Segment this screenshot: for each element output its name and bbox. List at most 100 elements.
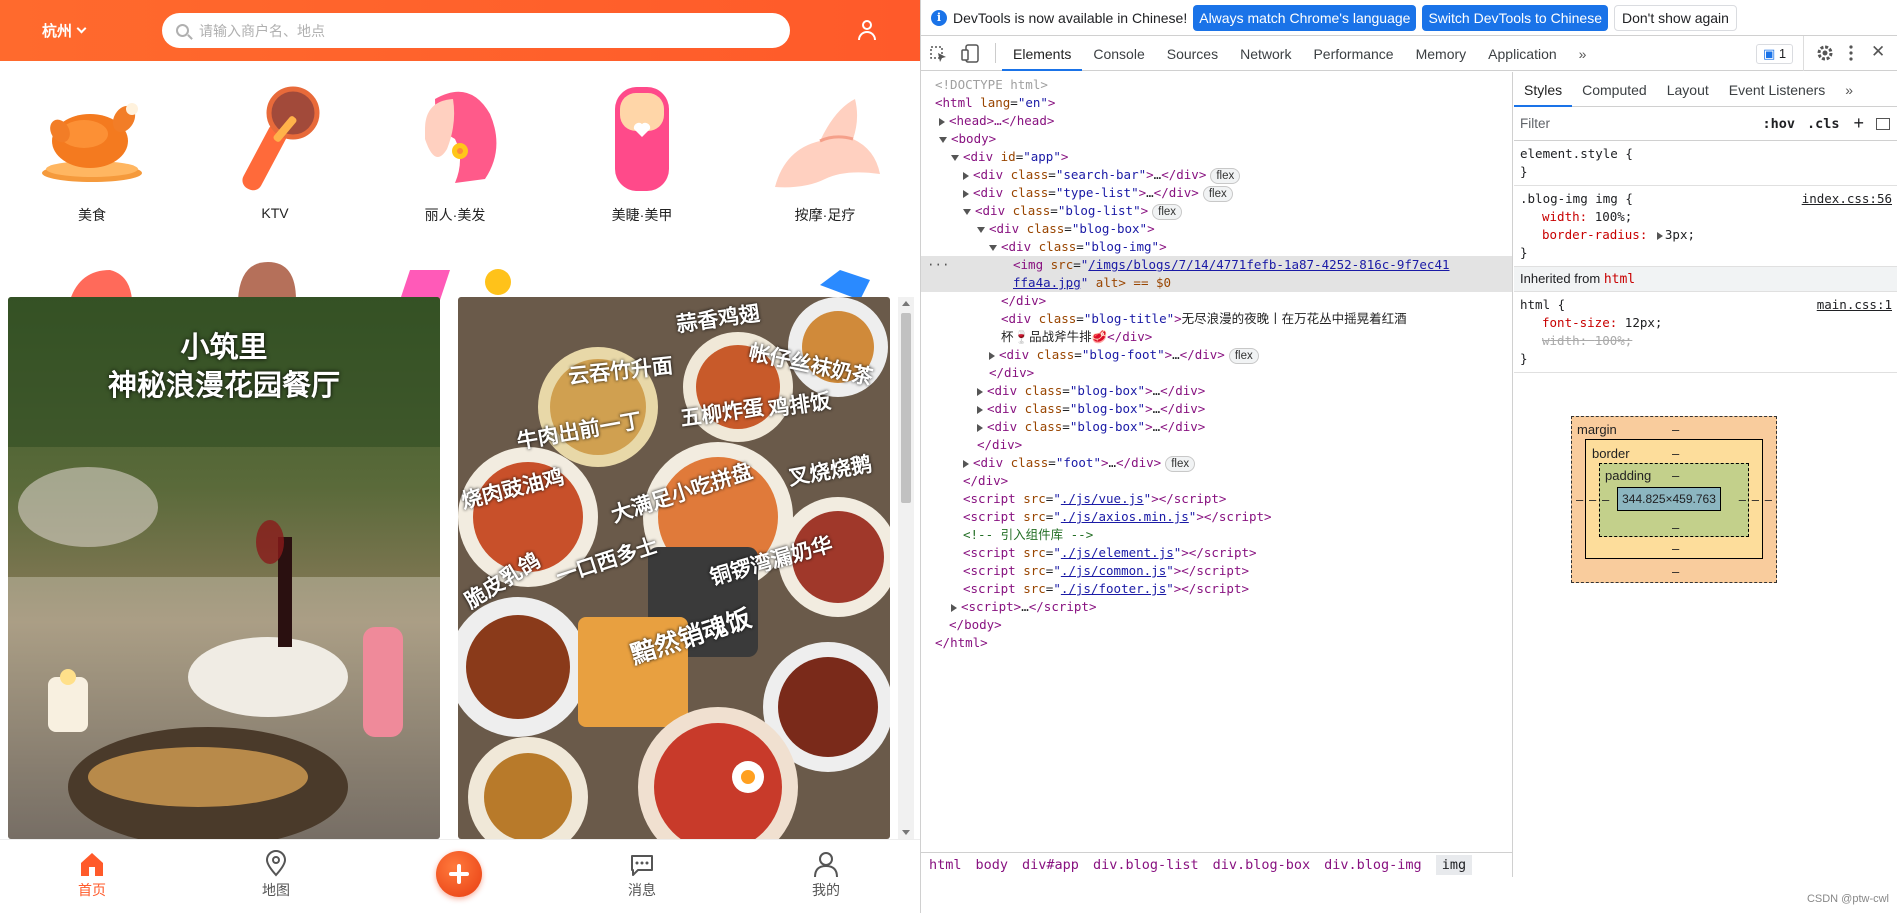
dom-node-script-inline[interactable]: <script>…</script> (951, 598, 1096, 616)
dom-node-html[interactable]: <html lang="en"> (935, 94, 1055, 112)
plus-icon[interactable] (436, 851, 482, 897)
more-tabs-icon[interactable]: » (1835, 72, 1863, 107)
expand-arrow-icon[interactable] (951, 603, 957, 612)
user-icon[interactable] (858, 20, 876, 40)
scroll-down-arrow-icon[interactable] (902, 830, 910, 835)
devtools-tabbar: Elements Console Sources Network Perform… (921, 36, 1897, 71)
dom-node-blog-foot[interactable]: <div class="blog-foot">…</div> flex (989, 346, 1259, 364)
scroll-thumb[interactable] (901, 313, 911, 503)
expand-arrow-icon[interactable] (963, 171, 969, 180)
dom-node-blog-box[interactable]: <div class="blog-box">…</div> (977, 382, 1205, 400)
collapse-arrow-icon[interactable] (939, 136, 947, 143)
breadcrumb-item[interactable]: div.blog-box (1213, 857, 1311, 873)
sidebar-toggle-icon[interactable] (1876, 117, 1890, 130)
collapse-arrow-icon[interactable] (989, 244, 997, 251)
type-item-ktv[interactable]: KTV (205, 79, 345, 221)
foot-mine[interactable]: 我的 (786, 850, 866, 900)
device-toolbar-icon[interactable] (955, 36, 989, 71)
dom-node-type-list[interactable]: <div class="type-list">…</div> flex (963, 184, 1233, 202)
dom-node-foot[interactable]: <div class="foot">…</div> flex (963, 454, 1196, 472)
tab-computed[interactable]: Computed (1572, 72, 1657, 107)
cls-toggle[interactable]: .cls (1807, 116, 1840, 132)
dom-node-script[interactable]: <script src="./js/common.js"></script> (963, 562, 1249, 580)
collapse-arrow-icon[interactable] (977, 226, 985, 233)
new-rule-icon[interactable]: + (1853, 113, 1864, 134)
close-icon[interactable]: ✕ (1871, 42, 1885, 62)
tab-elements[interactable]: Elements (1002, 36, 1083, 71)
foot-message[interactable]: 消息 (602, 850, 682, 900)
tab-network[interactable]: Network (1229, 36, 1302, 71)
switch-language-button[interactable]: Switch DevTools to Chinese (1422, 4, 1608, 31)
type-item-food[interactable]: 美食 (22, 79, 162, 225)
issues-badge[interactable]: ▣ 1 (1756, 44, 1794, 64)
search-input[interactable]: 请输入商户名、地点 (162, 13, 790, 48)
dom-node-blog-box[interactable]: <div class="blog-box">…</div> (977, 418, 1205, 436)
tab-sources[interactable]: Sources (1156, 36, 1229, 71)
tab-memory[interactable]: Memory (1405, 36, 1478, 71)
expand-arrow-icon[interactable] (989, 351, 995, 360)
tab-event-listeners[interactable]: Event Listeners (1719, 72, 1836, 107)
tab-styles[interactable]: Styles (1514, 72, 1573, 107)
breadcrumb-item-current[interactable]: img (1435, 855, 1473, 875)
breadcrumb-item[interactable]: div#app (1022, 857, 1079, 873)
tab-console[interactable]: Console (1082, 36, 1155, 71)
foot-home[interactable]: 首页 (52, 850, 132, 900)
expand-arrow-icon[interactable] (939, 117, 945, 126)
type-list: 美食 KTV 丽人·美发 美睫·美甲 按摩·足疗 (0, 61, 920, 241)
dom-node-blog-box[interactable]: <div class="blog-box"> (977, 220, 1155, 238)
dom-node-app[interactable]: <div id="app"> (951, 148, 1068, 166)
element-style-rule[interactable]: element.style { } (1514, 141, 1897, 186)
styles-filter-input[interactable]: Filter (1520, 116, 1762, 131)
dom-node-script[interactable]: <script src="./js/footer.js"></script> (963, 580, 1249, 598)
dom-node-blog-box[interactable]: <div class="blog-box">…</div> (977, 400, 1205, 418)
dom-node-blog-title[interactable]: <div class="blog-title">无尽浪漫的夜晚丨在万花丛中摇晃着… (1001, 310, 1407, 328)
tab-performance[interactable]: Performance (1302, 36, 1404, 71)
dom-node-script[interactable]: <script src="./js/vue.js"></script> (963, 490, 1226, 508)
rule-source-link[interactable]: main.css:1 (1817, 296, 1892, 314)
type-item-nail[interactable]: 美睫·美甲 (572, 79, 712, 225)
more-tabs-icon[interactable]: » (1568, 36, 1598, 71)
type-item-hair[interactable]: 丽人·美发 (385, 79, 525, 225)
breadcrumb-item[interactable]: div.blog-img (1324, 857, 1422, 873)
scroll-up-arrow-icon[interactable] (902, 301, 910, 306)
rule-source-link[interactable]: index.css:56 (1802, 190, 1892, 208)
dom-node-head[interactable]: <head>…</head> (939, 112, 1054, 130)
dom-node-script[interactable]: <script src="./js/element.js"></script> (963, 544, 1257, 562)
tab-application[interactable]: Application (1477, 36, 1568, 71)
expand-arrow-icon[interactable] (977, 387, 983, 396)
blog-list-scrollbar[interactable] (898, 297, 914, 839)
dom-comment[interactable]: <!-- 引入组件库 --> (963, 526, 1093, 544)
match-language-button[interactable]: Always match Chrome's language (1193, 4, 1417, 31)
dom-node-close-div: </div> (1001, 293, 1047, 308)
gear-icon[interactable] (1816, 44, 1834, 62)
css-rule-html[interactable]: main.css:1 html { font-size: 12px; width… (1514, 292, 1897, 373)
breadcrumb-item[interactable]: body (976, 857, 1009, 873)
dom-node-search-bar[interactable]: <div class="search-bar">…</div> flex (963, 166, 1241, 184)
dom-node-blog-img[interactable]: <div class="blog-img"> (989, 238, 1167, 256)
blog-card[interactable]: 小筑里 神秘浪漫花园餐厅 (8, 297, 440, 839)
expand-arrow-icon[interactable] (977, 423, 983, 432)
expand-arrow-icon[interactable] (963, 459, 969, 468)
hov-toggle[interactable]: :hov (1762, 116, 1795, 132)
foot-map[interactable]: 地图 (236, 850, 316, 900)
inspect-element-icon[interactable] (921, 36, 955, 71)
more-options-icon[interactable]: ··· (927, 256, 950, 274)
dom-doctype[interactable]: <!DOCTYPE html> (935, 76, 1048, 94)
breadcrumb-item[interactable]: html (929, 857, 962, 873)
dom-node-blog-list[interactable]: <div class="blog-list"> flex (963, 202, 1183, 220)
collapse-arrow-icon[interactable] (951, 154, 959, 161)
dont-show-again-button[interactable]: Don't show again (1613, 4, 1737, 31)
css-rule-blog-img[interactable]: index.css:56 .blog-img img { width: 100%… (1514, 186, 1897, 267)
expand-arrow-icon[interactable] (1656, 231, 1663, 240)
breadcrumb-item[interactable]: div.blog-list (1093, 857, 1199, 873)
dom-node-body[interactable]: <body> (939, 130, 996, 148)
more-options-icon[interactable] (1848, 44, 1854, 62)
expand-arrow-icon[interactable] (977, 405, 983, 414)
dom-node-script[interactable]: <script src="./js/axios.min.js"></script… (963, 508, 1272, 526)
blog-card[interactable]: 蒜香鸡翅 云吞竹升面 帐仔丝袜奶茶 牛肉出前一丁 五柳炸蛋 鸡排饭 烧肉豉油鸡 … (458, 297, 890, 839)
type-item-massage[interactable]: 按摩·足疗 (755, 79, 895, 225)
expand-arrow-icon[interactable] (963, 189, 969, 198)
collapse-arrow-icon[interactable] (963, 208, 971, 215)
city-selector[interactable]: 杭州 (42, 20, 162, 41)
tab-layout[interactable]: Layout (1657, 72, 1719, 107)
